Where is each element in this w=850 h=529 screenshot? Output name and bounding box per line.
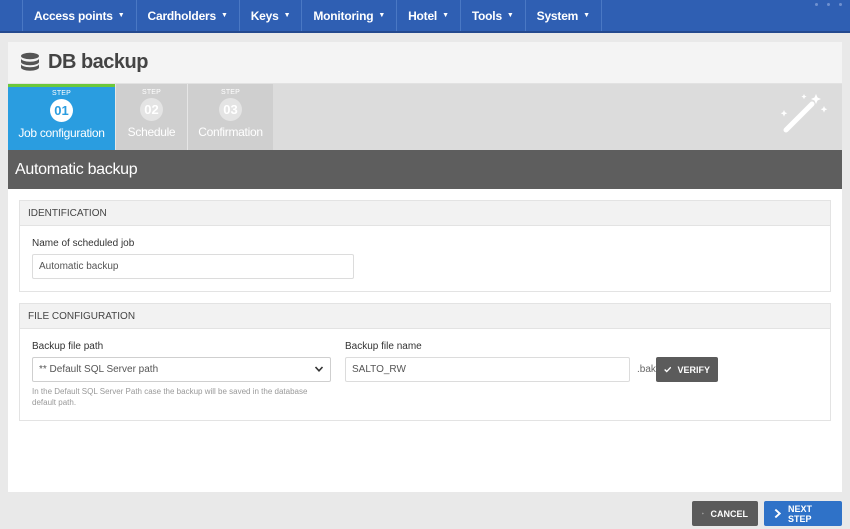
page-header: DB backup — [8, 42, 842, 84]
nav-item-keys[interactable]: Keys ▼ — [240, 0, 303, 31]
step-name: Confirmation — [198, 125, 263, 139]
step-number: 01 — [50, 99, 73, 122]
caret-down-icon: ▼ — [283, 12, 291, 19]
nav-item-monitoring[interactable]: Monitoring ▼ — [302, 0, 398, 31]
step-name: Schedule — [127, 125, 176, 139]
chevron-right-icon — [774, 508, 782, 519]
nav-item-access-points[interactable]: Access points ▼ — [22, 0, 137, 31]
nav-item-system[interactable]: System ▼ — [526, 0, 602, 31]
file-extension: .bak — [637, 364, 656, 375]
magic-wand-icon — [780, 94, 828, 133]
nav-item-label: Cardholders — [147, 8, 217, 23]
step-tag: STEP — [141, 89, 162, 96]
nav-item-hotel[interactable]: Hotel ▼ — [397, 0, 461, 31]
section-title: Automatic backup — [15, 160, 138, 178]
check-icon — [664, 366, 672, 373]
step-confirmation[interactable]: STEP 03 Confirmation — [187, 84, 273, 150]
caret-down-icon: ▼ — [583, 12, 590, 19]
page-title: DB backup — [48, 51, 148, 73]
panel-heading: IDENTIFICATION — [20, 201, 830, 226]
job-name-input[interactable]: Automatic backup — [32, 254, 354, 279]
nav-item-label: System — [536, 8, 579, 23]
job-name-label: Name of scheduled job — [32, 238, 135, 249]
backup-path-label: Backup file path — [32, 341, 104, 352]
nav-item-label: Tools — [471, 8, 502, 23]
section-title-bar: Automatic backup — [8, 150, 842, 189]
step-name: Job configuration — [18, 126, 105, 140]
nav-item-cardholders[interactable]: Cardholders ▼ — [137, 0, 240, 31]
step-tag: STEP — [220, 89, 241, 96]
step-number: 03 — [219, 98, 242, 121]
panel-heading: FILE CONFIGURATION — [20, 304, 830, 329]
database-icon — [21, 52, 39, 71]
cancel-label: CANCEL — [710, 508, 749, 519]
verify-button[interactable]: VERIFY — [656, 357, 718, 382]
backup-path-select[interactable]: ** Default SQL Server path — [32, 357, 331, 382]
verify-label: VERIFY — [677, 364, 710, 375]
nav-item-label: Access points — [34, 8, 113, 23]
backup-name-input[interactable]: SALTO_RW — [345, 357, 630, 382]
caret-down-icon: ▼ — [220, 12, 228, 19]
top-navigation-bar: Access points ▼ Cardholders ▼ Keys ▼ Monito… — [0, 0, 850, 33]
nav-item-tools[interactable]: Tools ▼ — [461, 0, 526, 31]
step-job-configuration[interactable]: STEP 01 Job configuration — [8, 84, 115, 150]
step-schedule[interactable]: STEP 02 Schedule — [115, 84, 187, 150]
nav-item-label: Monitoring — [313, 8, 374, 23]
step-number: 02 — [140, 98, 163, 121]
caret-down-icon: ▼ — [378, 12, 386, 19]
next-step-label: NEXT STEP — [788, 503, 813, 524]
identification-panel: IDENTIFICATION Name of scheduled job Aut… — [19, 200, 831, 292]
backup-path-value: ** Default SQL Server path — [39, 364, 159, 375]
caret-down-icon: ▼ — [117, 12, 125, 19]
wizard-steps: STEP 01 Job configuration STEP 02 Schedu… — [8, 84, 842, 150]
step-tag: STEP — [51, 90, 72, 97]
nav-decoration-dots — [815, 3, 842, 6]
cancel-circle-icon — [702, 512, 704, 515]
backup-name-label: Backup file name — [345, 341, 422, 352]
nav-item-label: Hotel — [408, 8, 438, 23]
next-step-button[interactable]: NEXT STEP — [764, 501, 842, 526]
chevron-down-icon — [314, 366, 324, 372]
backup-path-help: In the Default SQL Server Path case the … — [32, 387, 308, 407]
caret-down-icon: ▼ — [442, 12, 449, 19]
file-configuration-panel: FILE CONFIGURATION Backup file path ** D… — [19, 303, 831, 421]
main-page: DB backup STEP 01 Job configuration STEP… — [8, 42, 842, 492]
nav-item-label: Keys — [250, 8, 279, 23]
nav-menu: Access points ▼ Cardholders ▼ Keys ▼ Monito… — [22, 0, 602, 31]
caret-down-icon: ▼ — [506, 12, 514, 19]
cancel-button[interactable]: CANCEL — [692, 501, 758, 526]
